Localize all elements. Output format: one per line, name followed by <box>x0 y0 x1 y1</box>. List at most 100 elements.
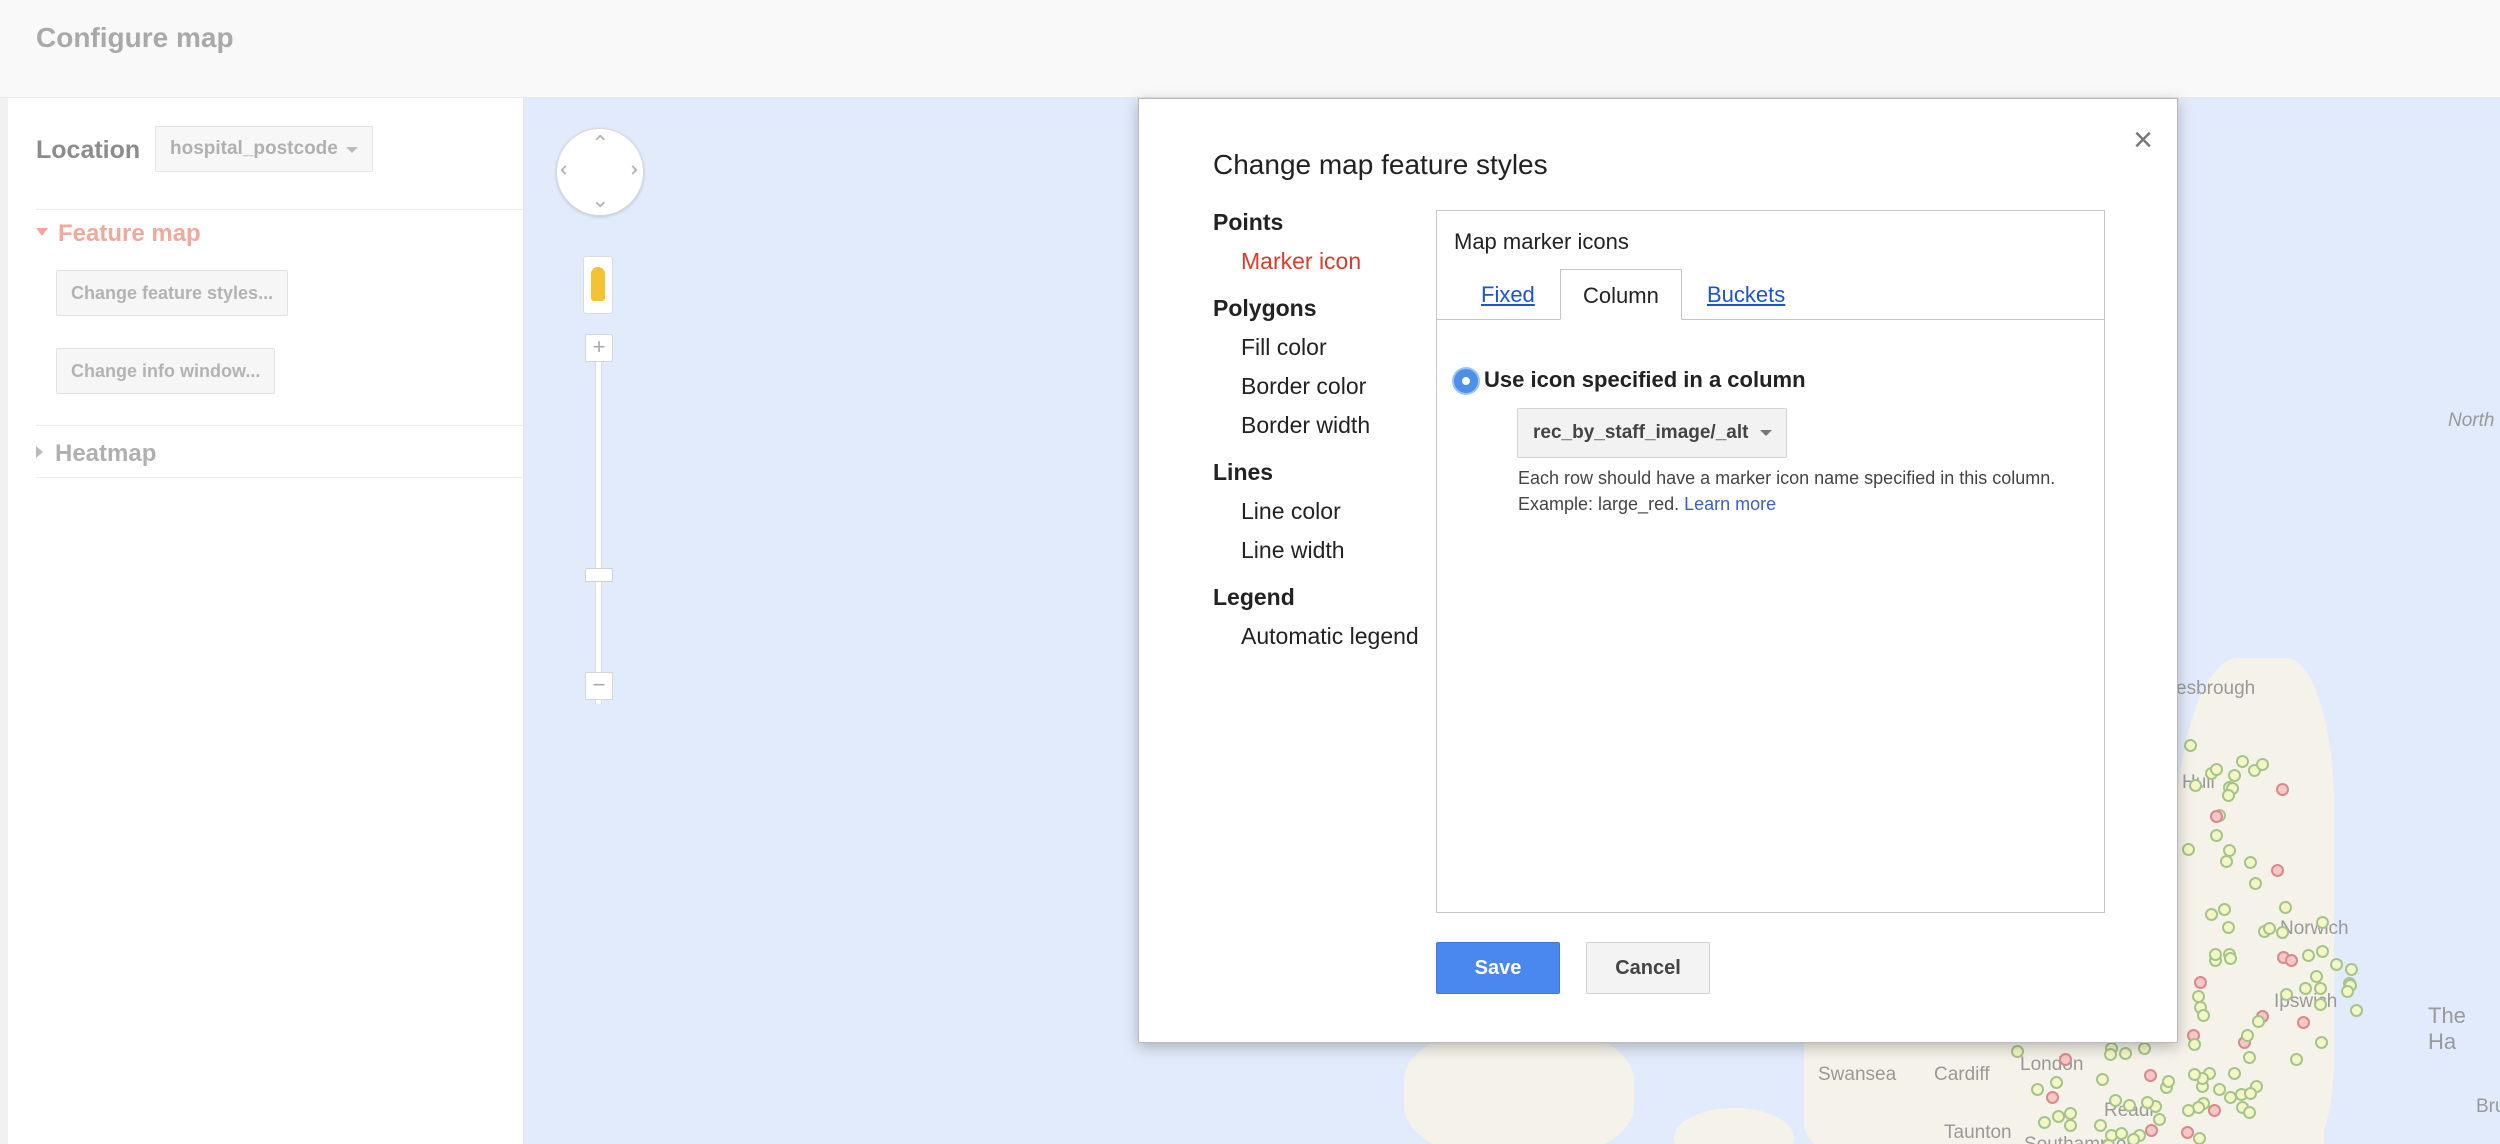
pan-right-icon[interactable]: ⌃ <box>616 161 641 179</box>
map-marker[interactable] <box>2290 1052 2304 1066</box>
nav-group-lines: Lines <box>1213 459 1274 485</box>
map-marker[interactable] <box>2255 758 2269 772</box>
map-marker[interactable] <box>2182 1103 2196 1117</box>
map-marker[interactable] <box>2127 1133 2141 1144</box>
nav-item-fill-color[interactable]: Fill color <box>1241 334 1327 361</box>
nav-item-border-width[interactable]: Border width <box>1241 412 1370 439</box>
map-marker[interactable] <box>2341 984 2355 998</box>
nav-item-marker-icon[interactable]: Marker icon <box>1241 248 1361 275</box>
map-marker[interactable] <box>2350 1004 2364 1018</box>
map-marker[interactable] <box>2270 863 2284 877</box>
use-column-label[interactable]: Use icon specified in a column <box>1484 367 1806 393</box>
cancel-button[interactable]: Cancel <box>1586 942 1710 994</box>
nav-item-automatic-legend[interactable]: Automatic legend <box>1241 623 1419 650</box>
tab-fixed[interactable]: Fixed <box>1459 269 1557 320</box>
map-marker[interactable] <box>2315 944 2329 958</box>
map-marker[interactable] <box>2218 902 2232 916</box>
map-marker[interactable] <box>2209 828 2223 842</box>
nav-item-border-color[interactable]: Border color <box>1241 373 1366 400</box>
map-marker[interactable] <box>2275 782 2289 796</box>
map-marker[interactable] <box>2330 958 2344 972</box>
page-title: Configure map <box>36 22 234 53</box>
map-marker[interactable] <box>2143 1068 2157 1082</box>
map-marker[interactable] <box>2102 1139 2116 1144</box>
map-marker[interactable] <box>2011 1044 2025 1058</box>
map-marker[interactable] <box>2222 788 2236 802</box>
map-marker[interactable] <box>2205 907 2219 921</box>
map-label: Cardiff <box>1934 1064 1990 1085</box>
map-marker[interactable] <box>2228 1066 2242 1080</box>
map-label: Bruges <box>2476 1096 2500 1117</box>
change-feature-styles-button[interactable]: Change feature styles... <box>56 270 289 316</box>
learn-more-link[interactable]: Learn more <box>1684 494 1776 514</box>
map-marker[interactable] <box>2298 982 2312 996</box>
icon-column-select[interactable]: rec_by_staff_image/_alt <box>1517 408 1787 458</box>
map-marker[interactable] <box>2183 738 2197 752</box>
heatmap-section[interactable]: Heatmap <box>36 440 156 468</box>
heatmap-label: Heatmap <box>55 440 157 467</box>
map-marker[interactable] <box>2220 854 2234 868</box>
map-marker[interactable] <box>2207 1103 2221 1117</box>
map-marker[interactable] <box>2313 997 2327 1011</box>
map-marker[interactable] <box>2243 1050 2257 1064</box>
map-marker[interactable] <box>2302 948 2316 962</box>
map-marker[interactable] <box>2279 988 2293 1002</box>
map-marker[interactable] <box>2235 754 2249 768</box>
map-marker[interactable] <box>2145 1123 2159 1137</box>
map-marker[interactable] <box>2181 1125 2195 1139</box>
map-marker[interactable] <box>2063 1107 2077 1121</box>
pan-up-icon[interactable]: ⌃ <box>591 133 609 155</box>
map-marker[interactable] <box>2141 1095 2155 1109</box>
pan-down-icon[interactable]: ⌃ <box>591 186 609 211</box>
location-select-value: hospital_postcode <box>170 138 338 159</box>
map-marker[interactable] <box>2275 925 2289 939</box>
dialog-title: Change map feature styles <box>1213 149 1548 180</box>
location-select[interactable]: hospital_postcode <box>155 126 373 172</box>
close-icon[interactable]: × <box>2133 121 2153 160</box>
map-marker[interactable] <box>2209 810 2223 824</box>
map-marker[interactable] <box>2244 855 2258 869</box>
map-marker[interactable] <box>2284 954 2298 968</box>
map-marker[interactable] <box>2137 1041 2151 1055</box>
street-view-pegman-icon[interactable] <box>583 256 613 314</box>
change-info-window-button[interactable]: Change info window... <box>56 348 276 394</box>
help-line-2: Example: large_red. Learn more <box>1518 491 2098 517</box>
nav-item-line-color[interactable]: Line color <box>1241 498 1341 525</box>
map-marker[interactable] <box>2095 1073 2109 1087</box>
map-marker[interactable] <box>2122 1098 2136 1112</box>
map-marker[interactable] <box>2196 1008 2210 1022</box>
map-marker[interactable] <box>2227 768 2241 782</box>
map-marker[interactable] <box>2103 1047 2117 1061</box>
map-marker[interactable] <box>2240 1028 2254 1042</box>
tab-column[interactable]: Column <box>1560 269 1682 320</box>
pan-control[interactable]: ⌃ ⌃ ⌃ ⌃ <box>556 128 644 216</box>
map-marker[interactable] <box>2193 1131 2207 1144</box>
zoom-in-button[interactable]: + <box>585 334 613 362</box>
help-example: Example: large_red. <box>1518 494 1680 514</box>
pan-left-icon[interactable]: ⌃ <box>557 161 582 179</box>
map-marker[interactable] <box>2223 951 2237 965</box>
map-marker[interactable] <box>2031 1082 2045 1096</box>
map-marker[interactable] <box>2248 876 2262 890</box>
zoom-slider-track[interactable] <box>595 346 602 704</box>
map-marker[interactable] <box>2212 1083 2226 1097</box>
use-column-radio[interactable] <box>1454 369 1478 393</box>
map-marker[interactable] <box>2064 1118 2078 1132</box>
chevron-down-icon <box>1760 430 1772 436</box>
map-marker[interactable] <box>2344 963 2358 977</box>
feature-map-section[interactable]: Feature map <box>36 220 201 248</box>
map-marker[interactable] <box>2058 1052 2072 1066</box>
map-marker[interactable] <box>2262 922 2276 935</box>
map-marker[interactable] <box>2108 1094 2122 1108</box>
feature-map-label: Feature map <box>58 220 201 247</box>
zoom-out-button[interactable]: − <box>585 672 613 700</box>
map-marker[interactable] <box>2314 1036 2328 1050</box>
save-button[interactable]: Save <box>1436 942 1560 994</box>
icon-column-value: rec_by_staff_image/_alt <box>1533 422 1749 443</box>
nav-item-line-width[interactable]: Line width <box>1241 537 1345 564</box>
tab-buckets[interactable]: Buckets <box>1685 269 1807 320</box>
map-marker[interactable] <box>2278 900 2292 914</box>
zoom-slider-thumb[interactable] <box>585 568 613 582</box>
map-marker[interactable] <box>2208 948 2222 962</box>
map-marker[interactable] <box>2252 1014 2266 1028</box>
